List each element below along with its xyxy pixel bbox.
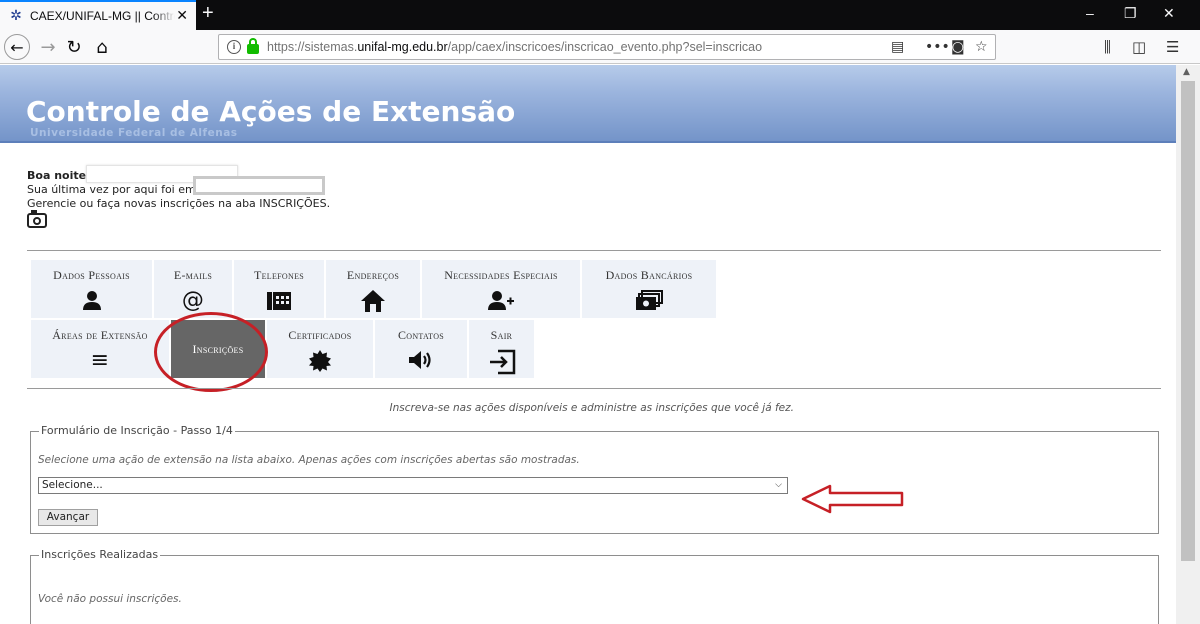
reload-icon[interactable]: ↻ xyxy=(62,35,86,59)
site-subtitle: Universidade Federal de Alfenas xyxy=(30,127,238,139)
bookmark-star-icon[interactable]: ☆ xyxy=(975,39,988,55)
pocket-icon[interactable]: ◙ xyxy=(951,39,965,55)
user-add-icon xyxy=(422,289,580,317)
tab-telefones[interactable]: Telefones xyxy=(234,260,324,318)
certificate-icon xyxy=(267,349,373,379)
tab-enderecos[interactable]: Endereços xyxy=(326,260,420,318)
page-scrollbar[interactable]: ▲ xyxy=(1176,65,1200,624)
browser-tab-bar: ✲ CAEX/UNIFAL-MG || Controle de Ações de… xyxy=(0,0,1200,30)
address-bar[interactable]: i https://sistemas.unifal-mg.edu.br/app/… xyxy=(218,34,996,60)
registrations-panel: Inscrições Realizadas Você não possui in… xyxy=(30,548,1159,624)
tab-emails[interactable]: E-mails @ xyxy=(154,260,232,318)
at-sign-icon: @ xyxy=(181,288,205,313)
form-legend: Formulário de Inscrição - Passo 1/4 xyxy=(39,424,235,437)
user-icon xyxy=(31,289,152,317)
site-title: Controle de Ações de Extensão xyxy=(26,95,516,128)
redacted-date xyxy=(193,176,325,195)
tab-areas-de-extensao[interactable]: Áreas de Extensão ≡ xyxy=(31,320,169,378)
home-icon xyxy=(326,289,420,319)
close-window-icon[interactable]: ✕ xyxy=(1163,5,1175,22)
registration-form: Formulário de Inscrição - Passo 1/4 Sele… xyxy=(30,424,1159,534)
divider xyxy=(27,250,1161,251)
tab-sair[interactable]: Sair xyxy=(469,320,534,378)
new-tab-button[interactable]: + xyxy=(202,2,214,25)
divider xyxy=(27,388,1161,389)
advance-button[interactable]: Avançar xyxy=(38,509,98,526)
site-favicon-icon: ✲ xyxy=(10,8,22,24)
tab-close-icon[interactable]: ✕ xyxy=(176,8,188,24)
reader-view-icon[interactable]: ▤ xyxy=(891,39,904,55)
annotation-ellipse xyxy=(154,312,268,392)
site-header: Controle de Ações de Extensão Universida… xyxy=(0,65,1176,143)
action-select[interactable]: Selecione... ⌵ xyxy=(38,477,788,494)
info-icon[interactable]: i xyxy=(227,40,241,54)
browser-nav-bar: ← → ↻ ⌂ i https://sistemas.unifal-mg.edu… xyxy=(0,30,1200,64)
scroll-thumb[interactable] xyxy=(1181,81,1195,561)
chevron-down-icon: ⌵ xyxy=(775,480,782,490)
money-icon xyxy=(582,289,716,317)
minimize-icon[interactable]: – xyxy=(1086,5,1094,21)
page-content: Controle de Ações de Extensão Universida… xyxy=(0,65,1176,624)
empty-registrations-text: Você não possui inscrições. xyxy=(38,593,182,605)
annotation-arrow-icon xyxy=(801,484,904,514)
tab-necessidades-especiais[interactable]: Necessidades Especiais xyxy=(422,260,580,318)
tab-contatos[interactable]: Contatos xyxy=(375,320,467,378)
scroll-up-icon[interactable]: ▲ xyxy=(1183,67,1190,77)
tab-title: CAEX/UNIFAL-MG || Controle de Ações de E… xyxy=(30,9,175,23)
logout-icon xyxy=(469,349,534,381)
registrations-legend: Inscrições Realizadas xyxy=(39,548,161,561)
tab-certificados[interactable]: Certificados xyxy=(267,320,373,378)
camera-icon[interactable] xyxy=(27,210,47,228)
phone-icon xyxy=(234,289,324,317)
tab-dados-pessoais[interactable]: Dados Pessoais xyxy=(31,260,152,318)
restore-icon[interactable]: ❐ xyxy=(1124,5,1137,22)
page-hint: Inscreva-se nas ações disponíveis e admi… xyxy=(389,402,794,414)
home-icon[interactable]: ⌂ xyxy=(90,35,114,59)
page-actions-icon[interactable]: ••• xyxy=(925,39,950,55)
instructions-text: Gerencie ou faça novas inscrições na aba… xyxy=(27,197,331,210)
menu-hamburger-icon[interactable]: ☰ xyxy=(1166,38,1179,56)
forward-arrow-icon[interactable]: → xyxy=(36,35,60,59)
list-icon: ≡ xyxy=(90,348,110,373)
greeting-text: Boa noite xyxy=(27,169,87,182)
lock-icon xyxy=(247,38,259,54)
speaker-icon xyxy=(375,349,467,377)
tab-dados-bancarios[interactable]: Dados Bancários xyxy=(582,260,716,318)
browser-tab[interactable]: ✲ CAEX/UNIFAL-MG || Controle de Ações de… xyxy=(0,0,196,30)
form-hint: Selecione uma ação de extensão na lista … xyxy=(38,454,580,466)
back-arrow-icon[interactable]: ← xyxy=(4,34,30,60)
sidebar-icon[interactable]: ◫ xyxy=(1132,38,1146,56)
library-icon[interactable]: ⫼ xyxy=(1104,38,1111,56)
url-text: https://sistemas.unifal-mg.edu.br/app/ca… xyxy=(267,40,763,54)
